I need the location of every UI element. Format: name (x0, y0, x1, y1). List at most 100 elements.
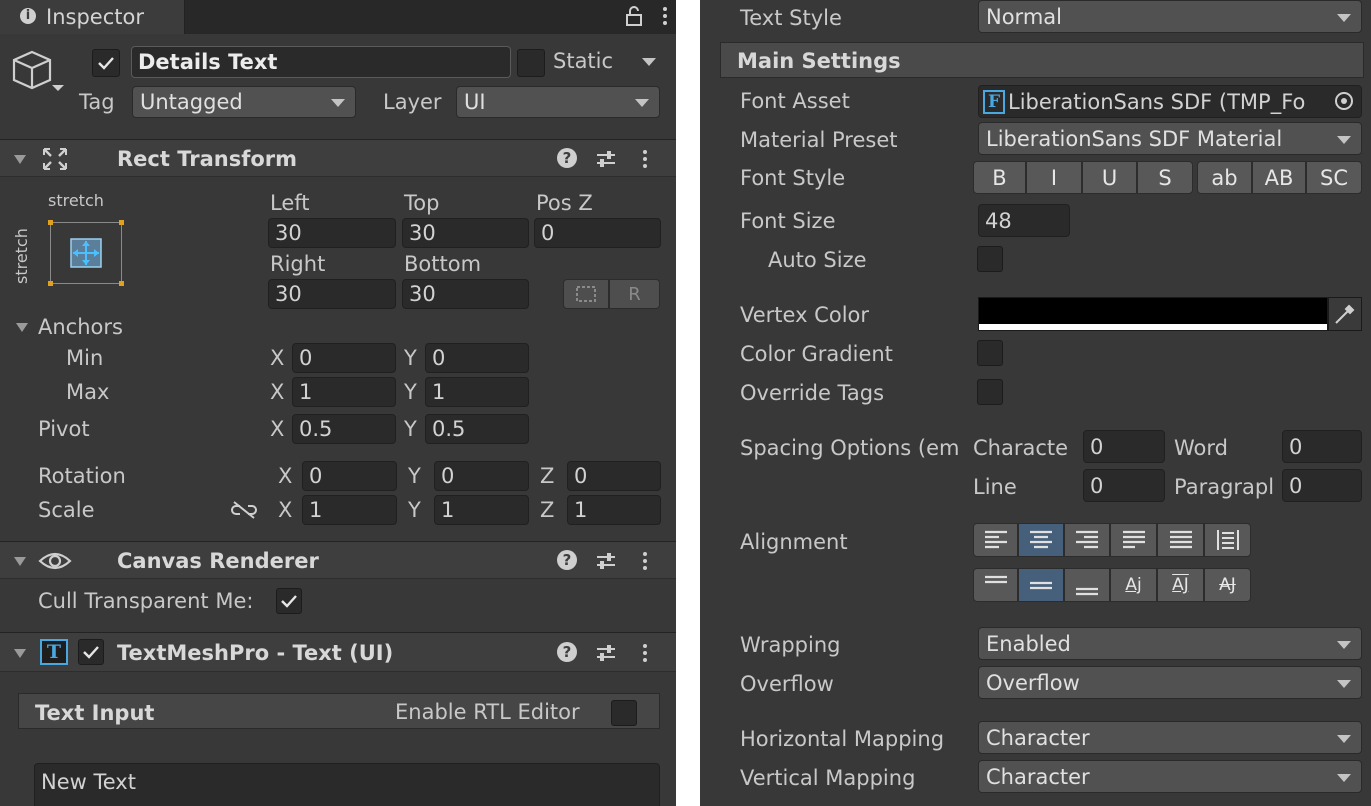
gameobject-cube-icon[interactable] (12, 48, 68, 96)
vertex-color-field[interactable] (978, 297, 1328, 331)
wrapping-value: Enabled (986, 631, 1071, 656)
align-capline-button[interactable]: AJ (1204, 568, 1251, 602)
horizontal-mapping-dropdown[interactable]: Character (978, 721, 1362, 754)
align-bottom-button[interactable] (1064, 568, 1110, 602)
preset-sliders-icon[interactable] (595, 642, 617, 664)
rotation-z-field[interactable]: 0 (567, 461, 661, 491)
line-spacing-field[interactable]: 0 (1083, 469, 1165, 502)
font-style-strikethrough-button[interactable]: S (1137, 161, 1193, 194)
constrain-proportions-icon[interactable] (230, 500, 258, 520)
textmeshpro-header[interactable]: T TextMeshPro - Text (UI) ? (0, 632, 676, 672)
rotation-x-field[interactable]: 0 (302, 461, 397, 491)
static-dropdown-arrow[interactable] (642, 58, 656, 66)
font-style-lowercase-button[interactable]: ab (1197, 161, 1252, 194)
lock-icon[interactable] (624, 5, 644, 27)
foldout-arrow-icon[interactable] (14, 649, 26, 658)
component-menu-icon[interactable] (640, 642, 650, 664)
scale-x-field[interactable]: 1 (302, 495, 397, 525)
textmeshpro-enabled-checkbox[interactable] (78, 639, 104, 665)
vertical-mapping-value: Character (986, 764, 1090, 789)
bottom-field[interactable]: 30 (402, 279, 529, 309)
align-geometry-center-button[interactable] (1204, 523, 1251, 557)
text-style-dropdown[interactable]: Normal (978, 0, 1362, 33)
object-name-field[interactable]: Details Text (131, 46, 511, 78)
character-spacing-field[interactable]: 0 (1083, 430, 1165, 463)
anchor-min-x-field[interactable]: 0 (292, 343, 396, 373)
overflow-dropdown[interactable]: Overflow (978, 666, 1362, 699)
top-label: Top (404, 191, 440, 215)
anchor-preset-button[interactable] (48, 220, 124, 286)
scale-y-field[interactable]: 1 (434, 495, 529, 525)
align-baseline-button[interactable]: Aj (1110, 568, 1157, 602)
anchor-max-x-field[interactable]: 1 (292, 377, 396, 407)
rtl-editor-checkbox[interactable] (611, 700, 637, 726)
checkmark-icon (83, 646, 99, 659)
align-flush-button[interactable] (1157, 523, 1204, 557)
vertical-mapping-dropdown[interactable]: Character (978, 760, 1362, 793)
left-field[interactable]: 30 (268, 218, 396, 248)
tab-title: Inspector (46, 5, 144, 29)
right-field[interactable]: 30 (268, 279, 396, 309)
anchors-foldout-icon[interactable] (16, 323, 28, 332)
align-right-button[interactable] (1064, 523, 1110, 557)
component-menu-icon[interactable] (640, 550, 650, 572)
scale-z-label: Z (540, 498, 555, 522)
rotation-y-field[interactable]: 0 (434, 461, 529, 491)
font-asset-field[interactable]: F LiberationSans SDF (TMP_Fo (978, 85, 1362, 118)
text-input-area[interactable]: New Text (34, 763, 660, 806)
blueprint-mode-button[interactable] (563, 279, 609, 309)
active-checkbox[interactable] (92, 49, 120, 77)
anchor-min-y-field[interactable]: 0 (425, 343, 529, 373)
posz-field[interactable]: 0 (534, 218, 661, 248)
cull-transparent-checkbox[interactable] (276, 588, 302, 614)
canvas-renderer-header[interactable]: Canvas Renderer ? (0, 541, 676, 579)
object-picker-button[interactable] (1327, 86, 1361, 117)
paragraph-spacing-field[interactable]: 0 (1282, 469, 1362, 502)
scale-z-field[interactable]: 1 (567, 495, 661, 525)
align-middle-button[interactable] (1018, 568, 1064, 602)
align-middle-icon (1030, 581, 1052, 590)
static-checkbox[interactable] (517, 49, 545, 77)
font-style-smallcaps-button[interactable]: SC (1306, 161, 1362, 194)
material-preset-dropdown[interactable]: LiberationSans SDF Material (978, 122, 1362, 155)
right-value: 30 (275, 282, 302, 306)
auto-size-checkbox[interactable] (977, 246, 1003, 272)
anchor-max-y-field[interactable]: 1 (425, 377, 529, 407)
top-field[interactable]: 30 (402, 218, 529, 248)
rect-transform-header[interactable]: Rect Transform ? (0, 139, 676, 177)
foldout-arrow-icon[interactable] (14, 557, 26, 566)
color-gradient-checkbox[interactable] (977, 340, 1003, 366)
tag-dropdown[interactable]: Untagged (132, 86, 356, 118)
align-top-button[interactable] (973, 568, 1018, 602)
rotation-y-label: Y (408, 464, 421, 488)
font-style-underline-button[interactable]: U (1082, 161, 1137, 194)
override-tags-checkbox[interactable] (977, 379, 1003, 405)
foldout-arrow-icon[interactable] (14, 155, 26, 164)
preset-sliders-icon[interactable] (595, 148, 617, 170)
font-style-bold-button[interactable]: B (973, 161, 1026, 194)
raw-edit-button[interactable]: R (609, 279, 660, 309)
component-menu-icon[interactable] (640, 148, 650, 170)
chevron-down-icon (331, 99, 345, 107)
help-icon[interactable]: ? (557, 148, 577, 168)
help-icon[interactable]: ? (557, 642, 577, 662)
layer-dropdown[interactable]: UI (456, 86, 660, 118)
inspector-tab[interactable]: i Inspector (0, 0, 185, 34)
pivot-x-field[interactable]: 0.5 (292, 414, 396, 444)
wrapping-dropdown[interactable]: Enabled (978, 627, 1362, 660)
preset-sliders-icon[interactable] (595, 550, 617, 572)
font-style-uppercase-button[interactable]: AB (1252, 161, 1306, 194)
kebab-menu-icon[interactable] (660, 5, 670, 27)
align-midline-button[interactable]: AJ (1157, 568, 1204, 602)
font-size-field[interactable]: 48 (978, 204, 1070, 237)
align-center-icon (1030, 530, 1052, 549)
help-icon[interactable]: ? (557, 550, 577, 570)
align-justified-button[interactable] (1110, 523, 1157, 557)
eyedropper-button[interactable] (1328, 297, 1362, 331)
align-center-button[interactable] (1018, 523, 1064, 557)
align-left-button[interactable] (973, 523, 1018, 557)
font-style-italic-button[interactable]: I (1026, 161, 1082, 194)
word-spacing-field[interactable]: 0 (1282, 430, 1362, 463)
pivot-y-field[interactable]: 0.5 (425, 414, 529, 444)
font-style-bold-label: B (992, 165, 1007, 190)
